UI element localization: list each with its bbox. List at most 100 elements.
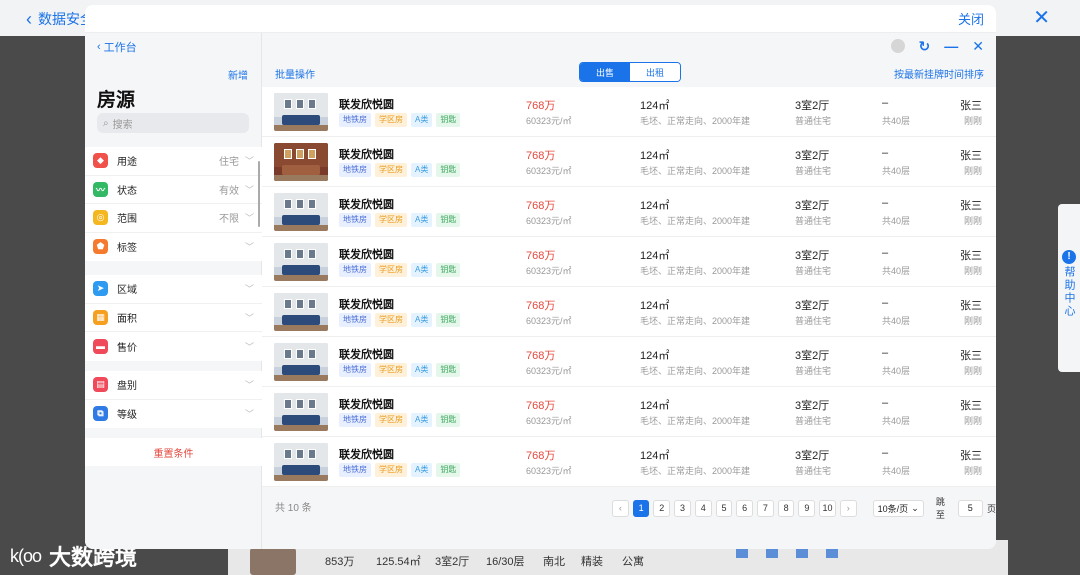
background-action-icon[interactable] — [826, 548, 838, 558]
background-stat: 南北 — [543, 553, 565, 569]
filter-label: 等级 — [117, 410, 137, 422]
listing-tag: 学区房 — [375, 263, 407, 277]
filter-item[interactable]: ▦ 面积 ﹀ — [85, 304, 262, 332]
background-stat: 125.54㎡ — [376, 553, 421, 569]
listing-row[interactable]: 联发欣悦圆 768万 60323元/㎡ 124㎡ 毛坯、正常走向、2000年建 3室2厅普… — [262, 137, 996, 187]
next-page-button[interactable]: › — [839, 499, 857, 517]
listing-tag: A类 — [411, 363, 433, 377]
listing-total-floors: 共40层 — [882, 166, 911, 176]
background-action-icon[interactable] — [796, 548, 808, 558]
chevron-down-icon: ﹀ — [244, 409, 254, 420]
listing-row[interactable]: 联发欣悦圆 768万 60323元/㎡ 124㎡ 毛坯、正常走向、2000年建 3室2厅普… — [262, 237, 996, 287]
sort-button[interactable]: 按最新挂牌时间排序 — [894, 66, 984, 81]
page-button[interactable]: 8 — [777, 499, 795, 517]
page-size-select[interactable]: 10条/页 ⌄ — [872, 499, 924, 517]
listing-photo[interactable] — [274, 343, 328, 381]
jump-page-input[interactable]: 5 — [957, 499, 984, 517]
page-button[interactable]: 6 — [736, 499, 754, 517]
close-icon[interactable]: ✕ — [972, 39, 984, 53]
reset-filters-button[interactable]: 重置条件 — [85, 438, 262, 466]
listing-photo[interactable] — [274, 93, 328, 131]
listing-row[interactable]: 联发欣悦圆 768万 60323元/㎡ 124㎡ 毛坯、正常走向、2000年建 3室2厅普… — [262, 287, 996, 337]
page-button[interactable]: 2 — [653, 499, 671, 517]
chevron-down-icon: ﹀ — [244, 184, 254, 195]
background-stat: 3室2厅 — [435, 553, 469, 569]
filter-item[interactable]: ➤ 区域 ﹀ — [85, 275, 262, 304]
listing-time: 刚刚 — [963, 216, 982, 226]
sidebar-scrollbar[interactable] — [258, 161, 260, 227]
listing-photo[interactable] — [274, 193, 328, 231]
help-center-tab[interactable]: ! 帮助中心 — [1058, 204, 1080, 372]
listing-tag: 地铁房 — [339, 363, 371, 377]
background-stat: 853万 — [325, 553, 354, 569]
help-icon: ! — [1062, 250, 1076, 264]
add-listing-button[interactable]: 新增 — [228, 67, 248, 82]
photo-floor — [274, 325, 328, 331]
window-controls: ↻ — ✕ — [890, 39, 984, 53]
listing-photo[interactable] — [274, 443, 328, 481]
filter-item[interactable]: ⧉ 等级 ﹀ — [85, 400, 262, 429]
batch-operation-button[interactable]: 批量操作 — [275, 66, 315, 81]
filter-item[interactable]: ◆ 用途 住宅 ﹀ — [85, 147, 262, 176]
page-button[interactable]: 1 — [632, 499, 650, 517]
background-stat-value: 3室2厅 — [435, 556, 470, 568]
listing-row[interactable]: 联发欣悦圆 768万 60323元/㎡ 124㎡ 毛坯、正常走向、2000年建 3室2厅普… — [262, 437, 996, 487]
background-stat-value: 125.54㎡ — [376, 556, 421, 568]
prev-page-button[interactable]: ‹ — [612, 499, 629, 517]
minimize-icon[interactable]: — — [944, 39, 958, 53]
listing-tag: 学区房 — [375, 163, 407, 177]
listing-row[interactable]: 联发欣悦圆 768万 60323元/㎡ 124㎡ 毛坯、正常走向、2000年建 3室2厅普… — [262, 387, 996, 437]
refresh-icon[interactable]: ↻ — [919, 39, 931, 53]
page-button[interactable]: 4 — [694, 499, 712, 517]
page-button[interactable]: 3 — [674, 499, 691, 517]
photo-floor — [274, 425, 328, 431]
listing-name: 联发欣悦圆 — [339, 399, 394, 411]
listing-price: 768万 — [526, 450, 556, 462]
filter-item[interactable]: ⬟ 标签 ﹀ — [85, 233, 262, 262]
listing-tags: 地铁房 学区房 A类 钥匙 — [339, 213, 461, 227]
background-close-icon[interactable]: ✕ — [1033, 8, 1050, 28]
page-button[interactable]: 9 — [798, 499, 816, 517]
listing-tag: A类 — [411, 163, 433, 177]
listing-photo[interactable] — [274, 293, 328, 331]
background-action-icon[interactable] — [736, 548, 748, 558]
page-button[interactable]: 7 — [757, 499, 774, 517]
listing-photo[interactable] — [274, 143, 328, 181]
photo-sofa — [282, 165, 320, 175]
jump-suffix: 页 — [987, 503, 996, 514]
listing-photo[interactable] — [274, 393, 328, 431]
modal-close-button[interactable]: 关闭 — [958, 9, 984, 28]
listing-time: 刚刚 — [963, 366, 982, 376]
listing-tag: 钥匙 — [436, 213, 461, 227]
photo-floor — [274, 125, 328, 131]
filter-item[interactable]: 〰状态 有效 ﹀ — [85, 176, 262, 204]
tab-rent[interactable]: 出租 — [630, 63, 680, 81]
listing-description: 毛坯、正常走向、2000年建 — [640, 316, 751, 326]
filter-item[interactable]: ▤ 盘别 ﹀ — [85, 371, 262, 400]
filter-item[interactable]: ◎ 范围 不限 ﹀ — [85, 204, 262, 233]
page-button[interactable]: 10 — [819, 499, 836, 517]
photo-sofa — [282, 215, 320, 225]
listing-photo[interactable] — [274, 243, 328, 281]
listing-name: 联发欣悦圆 — [339, 249, 394, 261]
chevron-down-icon: ﹀ — [244, 341, 254, 352]
listing-area: 124㎡ — [640, 300, 670, 312]
search-placeholder: 搜索 — [112, 119, 133, 131]
search-input[interactable]: ⌕ 搜索 — [97, 113, 249, 133]
listing-row[interactable]: 联发欣悦圆 768万 60323元/㎡ 124㎡ 毛坯、正常走向、2000年建 3室2厅普… — [262, 337, 996, 387]
listing-row[interactable]: 联发欣悦圆 768万 60323元/㎡ 124㎡ 毛坯、正常走向、2000年建 3室2厅普… — [262, 187, 996, 237]
range-icon: ◎ — [93, 210, 108, 226]
listing-name: 联发欣悦圆 — [339, 449, 394, 461]
page-button[interactable]: 5 — [715, 499, 733, 517]
workbench-back-link[interactable]: ‹ 工作台 — [97, 39, 137, 55]
pagination-bar: 共 10 条 ‹ 1 2 3 4 5 6 7 8 9 10 › 10条/页 ⌄ 跳至 5 页 — [262, 487, 996, 523]
filter-item[interactable]: ▬ 售价 ﹀ — [85, 332, 262, 361]
avatar[interactable] — [890, 39, 905, 53]
background-action-icon[interactable] — [766, 548, 778, 558]
tab-sale[interactable]: 出售 — [580, 63, 630, 81]
photo-artwork — [284, 299, 292, 309]
listing-row[interactable]: 联发欣悦圆 768万 60323元/㎡ 124㎡ 毛坯、正常走向、2000年建 3室2厅普… — [262, 87, 996, 137]
listing-floor: – — [882, 397, 889, 409]
background-back-link[interactable]: ‹ 数据安全 — [26, 9, 94, 29]
listing-tag: 钥匙 — [436, 163, 461, 177]
